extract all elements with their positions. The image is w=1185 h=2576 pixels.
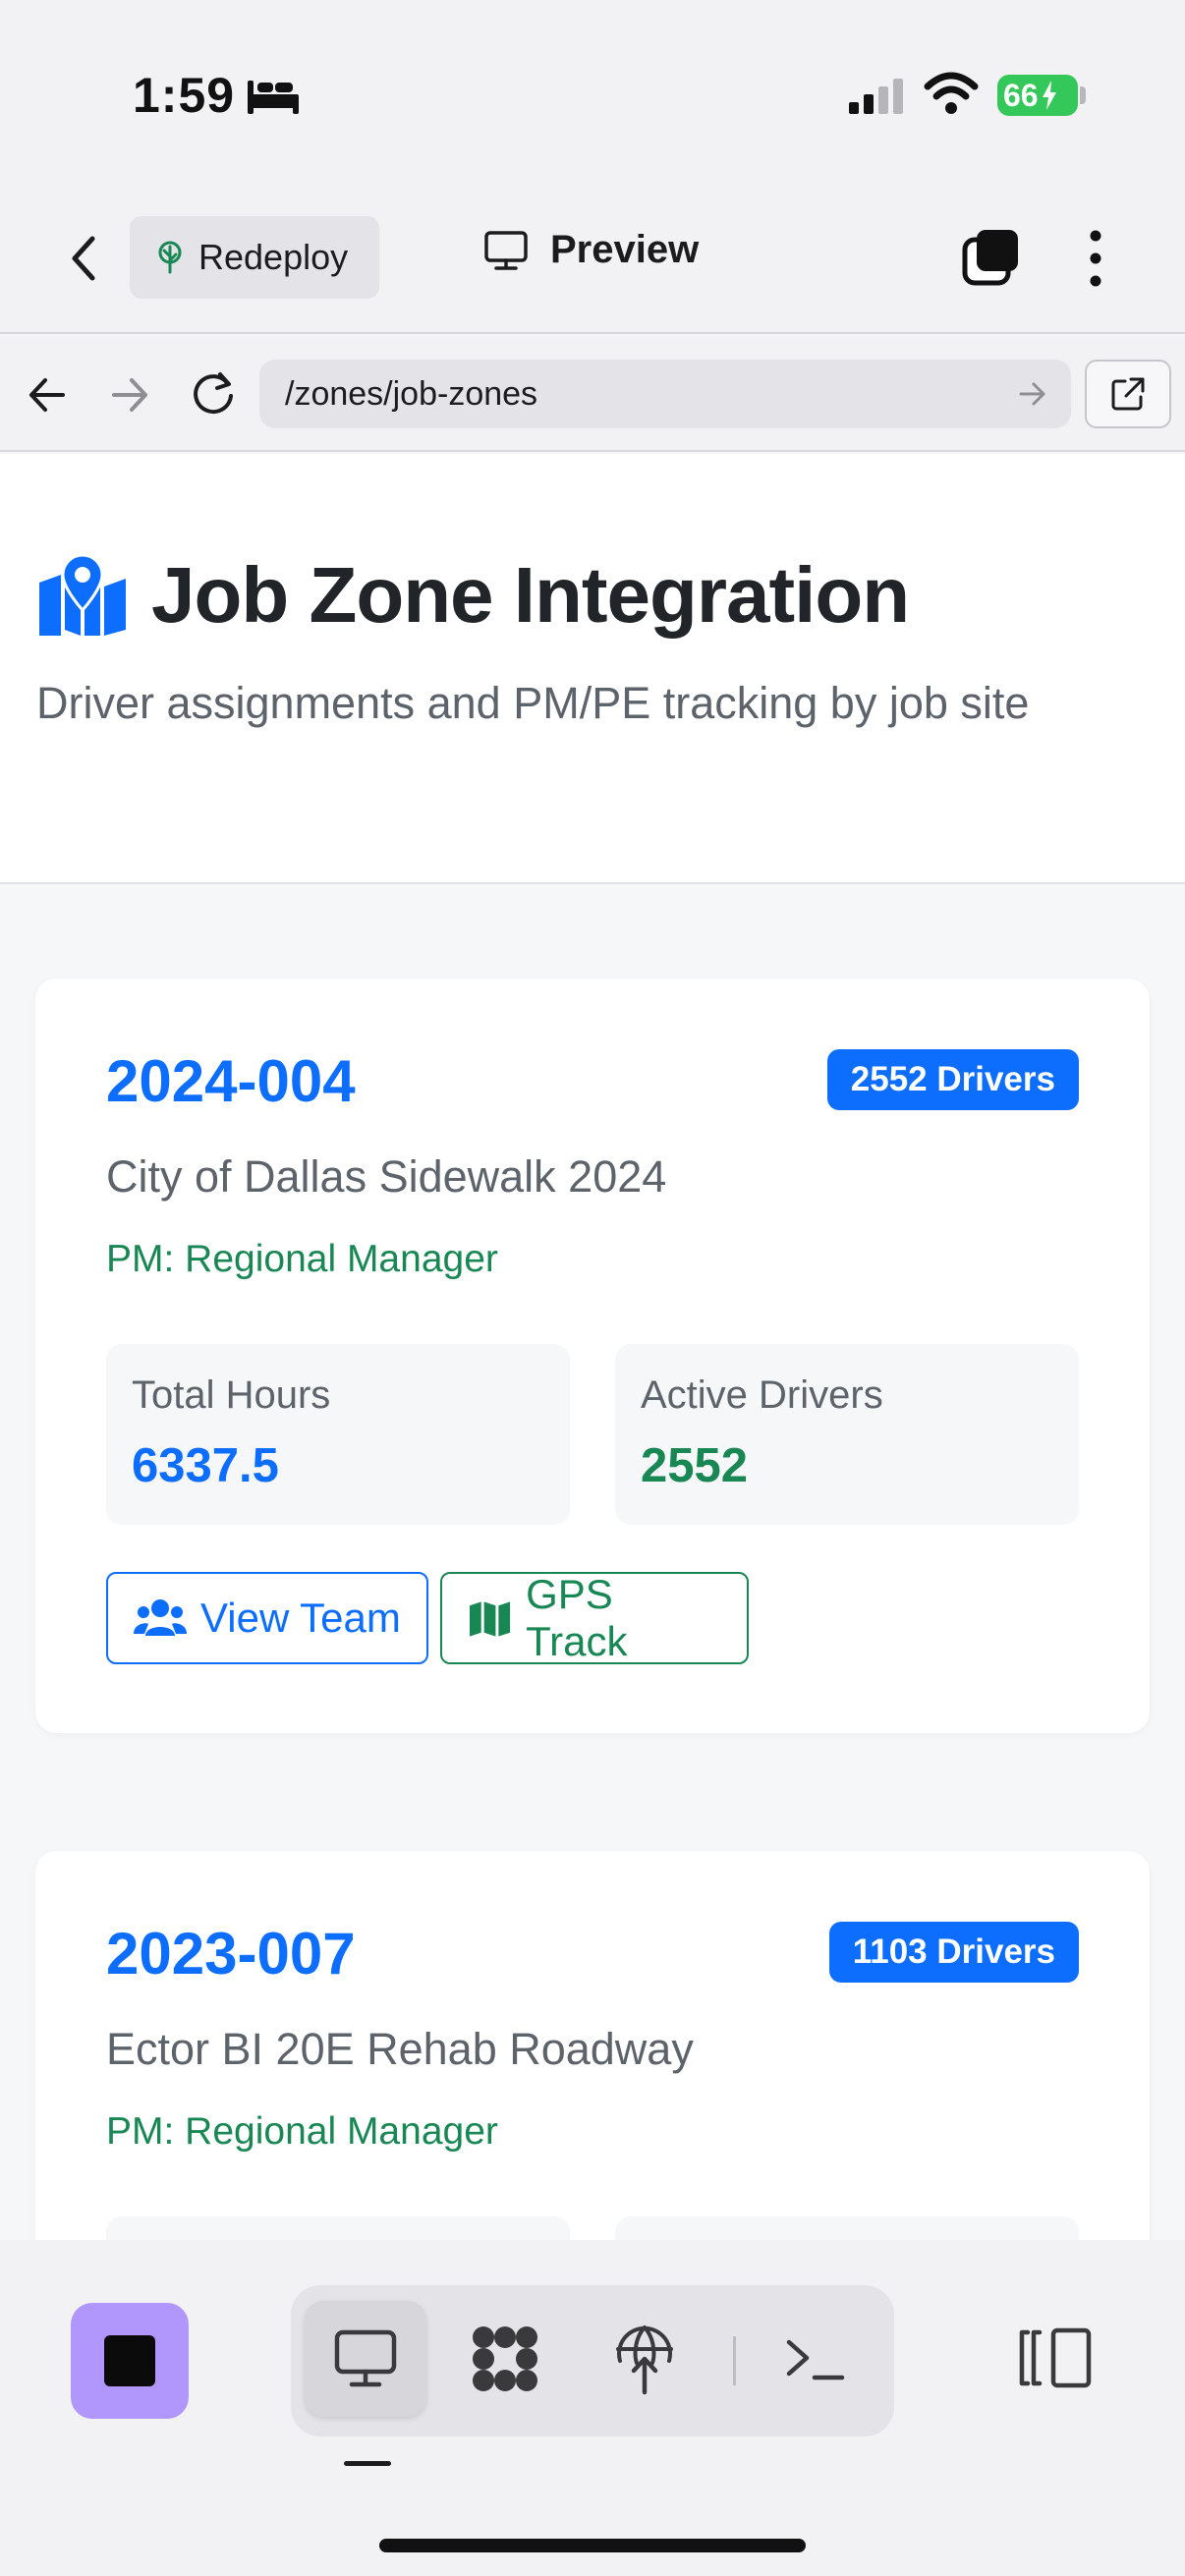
job-pm: PM: Regional Manager xyxy=(106,1238,498,1280)
preview-tab[interactable]: Preview xyxy=(483,228,699,272)
total-hours-label: Total Hours xyxy=(132,1373,331,1417)
drivers-badge: 2552 Drivers xyxy=(826,1049,1079,1110)
app-root: 1:59 66 Redeploy Preview /zones/job-zone… xyxy=(0,0,1185,2576)
battery-icon: 66 xyxy=(997,75,1078,116)
map-marker-icon xyxy=(39,553,126,636)
toolbar-divider xyxy=(733,2336,736,2385)
view-team-label: View Team xyxy=(200,1595,401,1641)
url-input[interactable]: /zones/job-zones xyxy=(259,360,1071,428)
battery-level: 66 xyxy=(1003,77,1039,113)
globe-upload-icon xyxy=(616,2325,673,2395)
go-arrow-icon[interactable] xyxy=(1018,379,1047,409)
page-title-row: Job Zone Integration xyxy=(35,550,910,641)
gps-track-label: GPS Track xyxy=(526,1571,628,1664)
job-name: City of Dallas Sidewalk 2024 xyxy=(106,1151,667,1202)
stop-icon xyxy=(104,2335,155,2386)
redeploy-button[interactable]: Redeploy xyxy=(130,216,379,299)
preview-tool-button[interactable] xyxy=(305,2301,426,2417)
battery-cap xyxy=(1080,86,1086,104)
back-button[interactable] xyxy=(59,229,108,288)
open-external-button[interactable] xyxy=(1085,360,1171,428)
active-drivers-value: 2552 xyxy=(641,1439,749,1492)
view-team-button[interactable]: View Team xyxy=(106,1572,428,1664)
monitor-icon xyxy=(484,230,528,270)
monitor-icon xyxy=(334,2329,397,2387)
bed-icon xyxy=(248,81,299,114)
gps-track-button[interactable]: GPS Track xyxy=(440,1571,749,1664)
stop-button[interactable] xyxy=(71,2303,189,2419)
drivers-badge: 1103 Drivers xyxy=(828,1922,1079,1983)
users-icon xyxy=(134,1599,187,1636)
arrow-right-icon[interactable] xyxy=(108,368,151,421)
external-link-icon xyxy=(1111,377,1145,411)
arrow-left-icon[interactable] xyxy=(26,368,69,421)
terminal-icon xyxy=(786,2339,845,2380)
total-hours-value: 6337.5 xyxy=(132,1439,279,1492)
total-hours-stat: Total Hours 6337.5 xyxy=(106,1344,570,1525)
tree-icon xyxy=(158,241,182,274)
job-card: 2024-004 2552 Drivers City of Dallas Sid… xyxy=(35,979,1150,1733)
panel-toggle-icon[interactable] xyxy=(1018,2326,1093,2389)
charging-bolt-icon xyxy=(1042,81,1056,110)
map-icon xyxy=(469,1601,511,1637)
terminal-tool-button[interactable] xyxy=(755,2301,876,2417)
page-subtitle: Driver assignments and PM/PE tracking by… xyxy=(36,678,1030,728)
deploy-tool-button[interactable] xyxy=(584,2301,705,2417)
chevron-left-icon xyxy=(72,236,95,281)
wifi-icon xyxy=(924,72,979,114)
url-text: /zones/job-zones xyxy=(285,374,538,413)
job-id-link[interactable]: 2023-007 xyxy=(106,1920,356,1988)
active-drivers-label: Active Drivers xyxy=(641,1373,883,1417)
apps-icon xyxy=(473,2326,537,2391)
active-drivers-stat: Active Drivers 2552 xyxy=(615,1344,1079,1525)
page-title: Job Zone Integration xyxy=(151,551,910,639)
home-indicator xyxy=(379,2539,806,2552)
job-id-link[interactable]: 2024-004 xyxy=(106,1047,356,1115)
job-name: Ector BI 20E Rehab Roadway xyxy=(106,2024,694,2074)
preview-label: Preview xyxy=(550,228,700,271)
redeploy-label: Redeploy xyxy=(198,237,349,277)
more-vertical-icon[interactable] xyxy=(1081,228,1110,289)
tool-switcher xyxy=(291,2285,894,2436)
page-header xyxy=(0,454,1185,884)
active-tool-indicator xyxy=(344,2461,391,2466)
apps-tool-button[interactable] xyxy=(444,2301,566,2417)
tabs-icon[interactable] xyxy=(961,228,1022,289)
reload-icon[interactable] xyxy=(189,366,238,421)
status-time: 1:59 xyxy=(133,68,236,123)
job-pm: PM: Regional Manager xyxy=(106,2110,498,2153)
signal-icon xyxy=(849,79,903,114)
